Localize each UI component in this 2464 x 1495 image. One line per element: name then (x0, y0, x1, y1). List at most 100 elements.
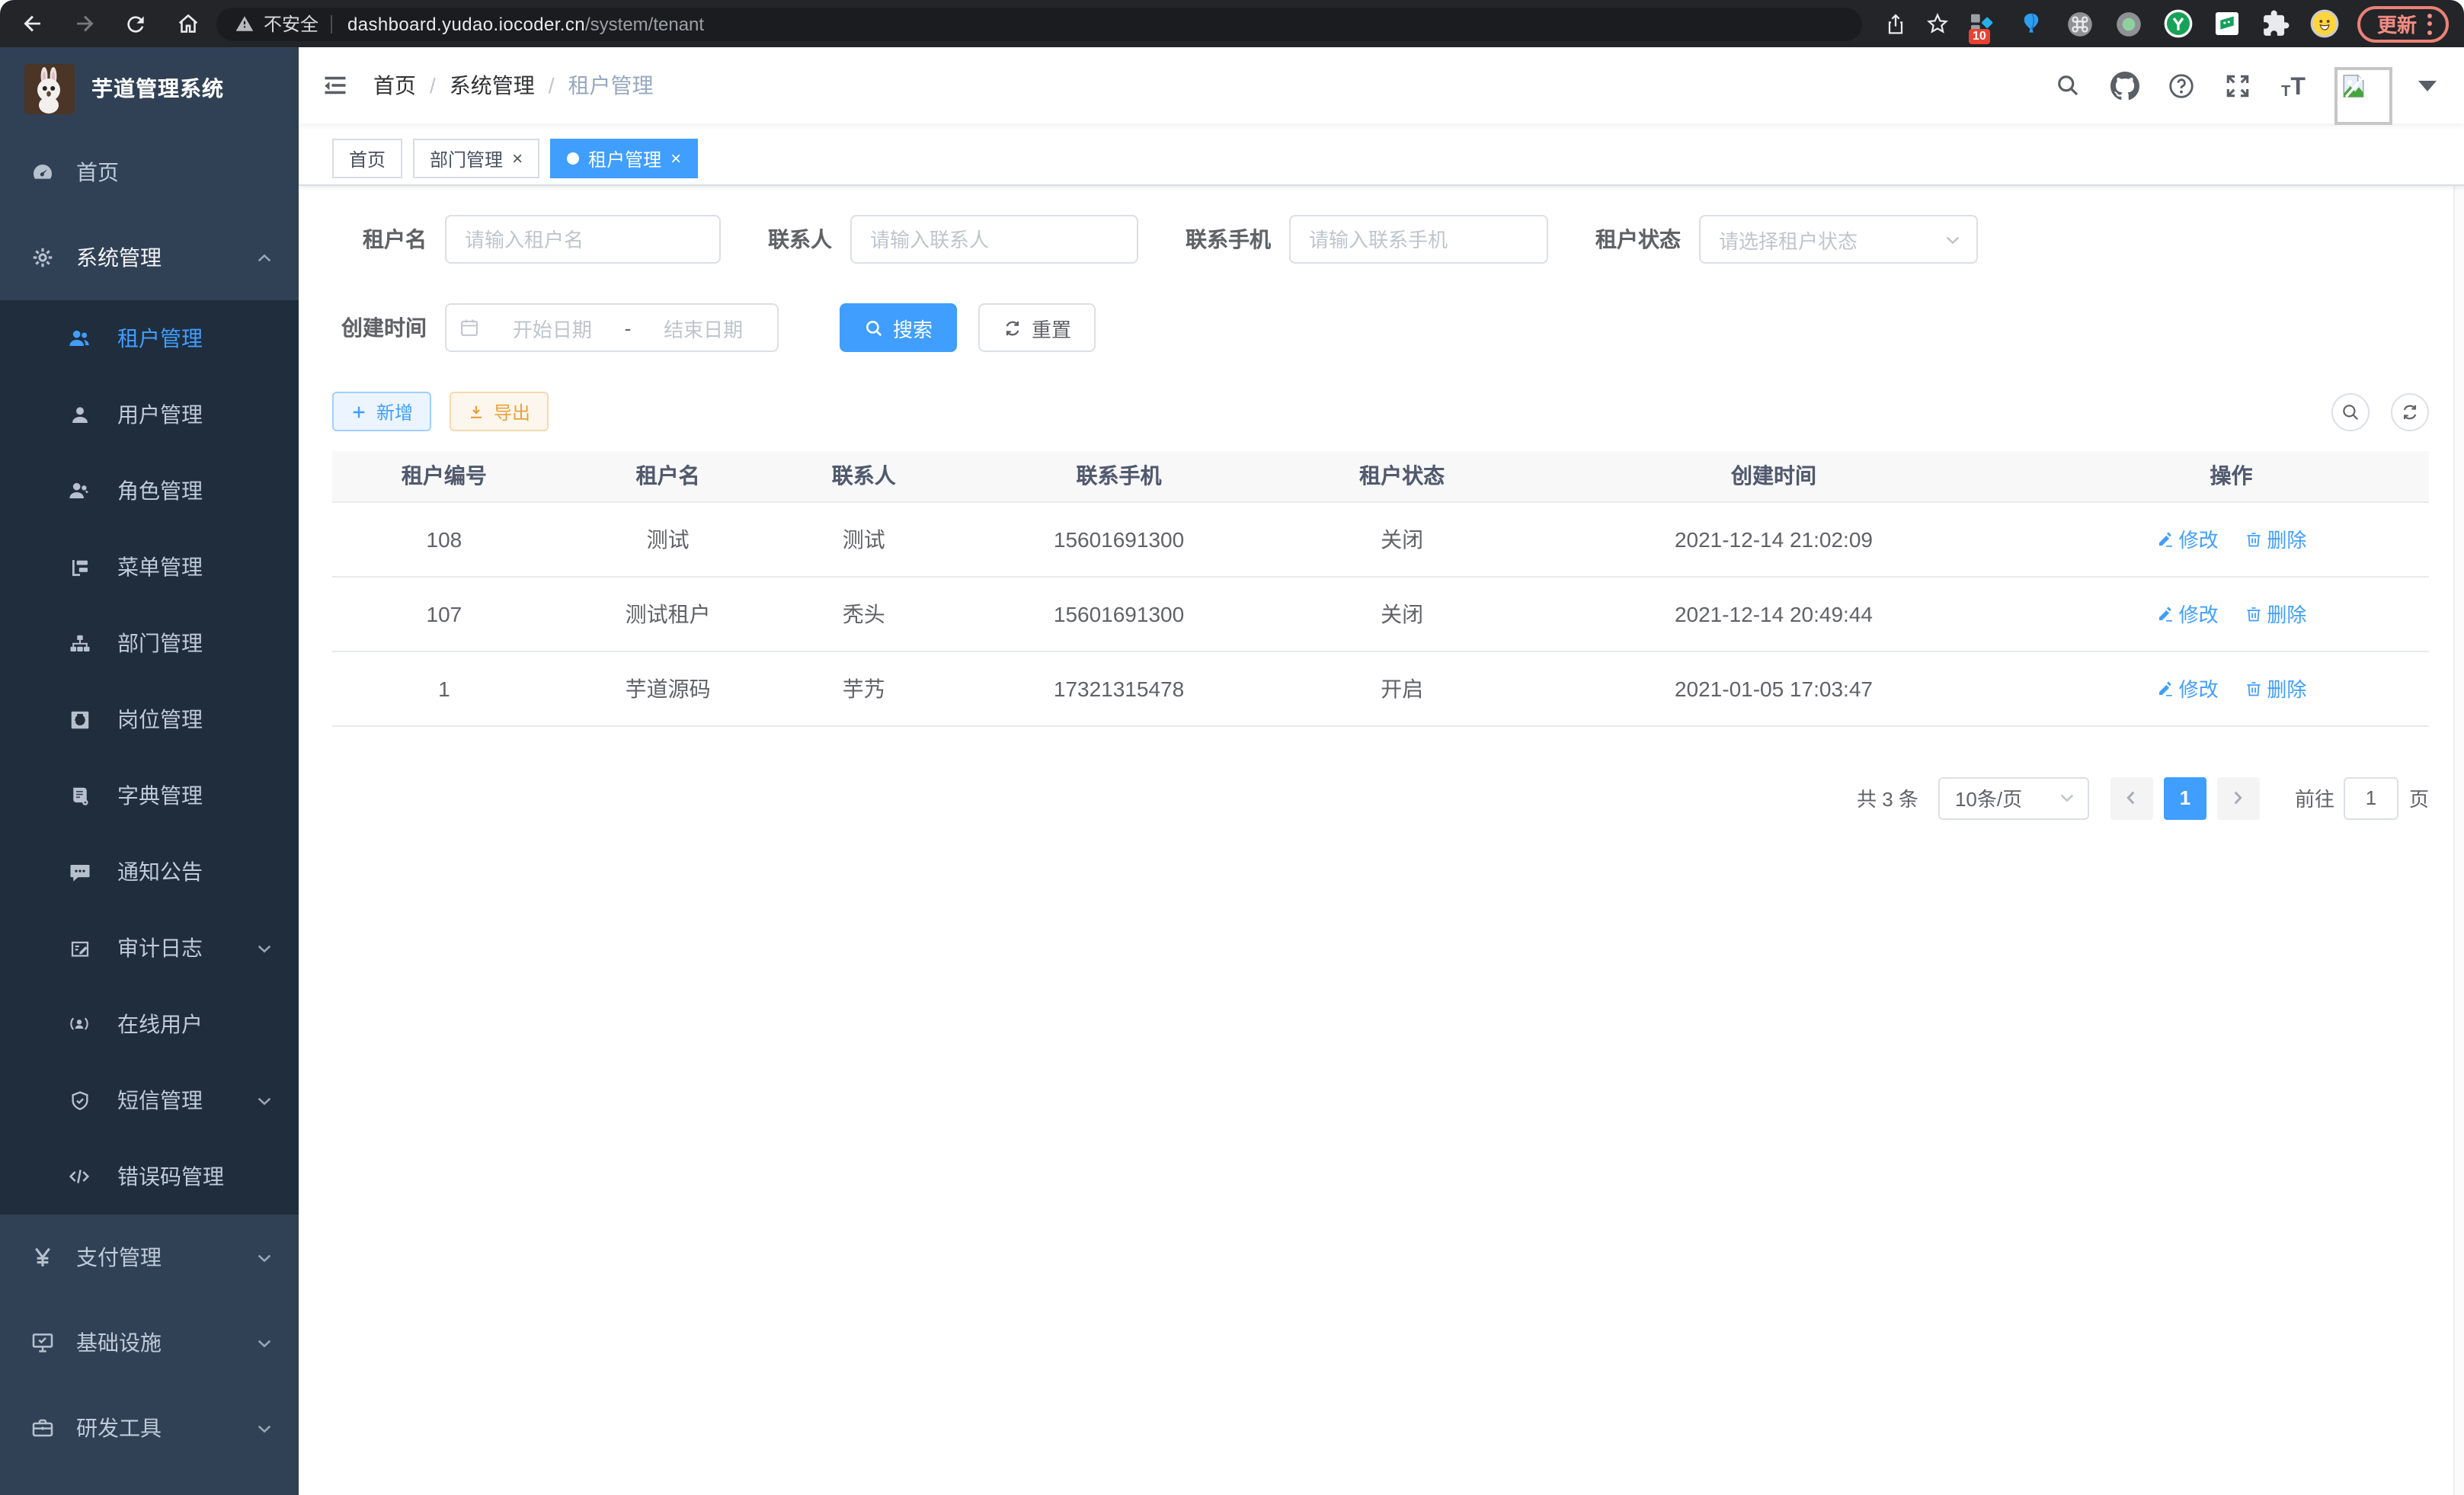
cell-contact: 秃头 (780, 576, 948, 651)
bookmark-star-icon[interactable] (1925, 11, 1950, 37)
browser-scrollbar[interactable] (2453, 47, 2464, 1495)
phone-input[interactable] (1289, 215, 1548, 264)
trash-icon (2244, 604, 2262, 623)
sidebar-item-dev-tools[interactable]: 研发工具 (0, 1385, 299, 1471)
browser-back-button[interactable] (12, 4, 52, 43)
delete-link[interactable]: 删除 (2244, 599, 2306, 628)
select-caret-icon (2059, 789, 2075, 806)
delete-link[interactable]: 删除 (2244, 674, 2306, 703)
breadcrumb-separator: / (549, 73, 555, 98)
tab-close-icon[interactable]: × (512, 149, 523, 168)
col-tenant-name: 租户名 (556, 451, 780, 501)
profile-emoji-icon[interactable] (2309, 8, 2341, 40)
roles-icon (67, 479, 91, 503)
font-size-icon[interactable]: TT (2278, 70, 2309, 101)
tenant-name-input[interactable] (445, 215, 721, 264)
share-icon[interactable] (1883, 11, 1908, 36)
edit-link[interactable]: 修改 (2156, 674, 2219, 703)
sidebar-item-system[interactable]: 系统管理 (0, 215, 299, 300)
sidebar-item-users[interactable]: 用户管理 (0, 376, 299, 453)
announcement-icon (67, 860, 91, 883)
app-logo-row[interactable]: 芋道管理系统 (0, 47, 299, 130)
prev-page-button[interactable] (2110, 776, 2153, 819)
extensions-puzzle-icon[interactable] (2260, 8, 2292, 40)
trash-icon (2244, 679, 2262, 697)
fullscreen-icon[interactable] (2222, 70, 2252, 101)
extension-command-icon[interactable] (2065, 8, 2097, 40)
sidebar-fold-icon[interactable] (322, 72, 349, 99)
sidebar-item-home[interactable]: 首页 (0, 130, 299, 215)
refresh-table-button[interactable] (2391, 392, 2429, 431)
sidebar-item-payment[interactable]: 支付管理 (0, 1215, 299, 1300)
add-button[interactable]: 新增 (332, 392, 431, 431)
page-number-1[interactable]: 1 (2164, 776, 2206, 819)
toggle-search-button[interactable] (2331, 392, 2370, 431)
sidebar-item-menus[interactable]: 菜单管理 (0, 529, 299, 605)
sidebar-item-posts[interactable]: 岗位管理 (0, 681, 299, 757)
delete-link[interactable]: 删除 (2244, 524, 2306, 553)
browser-toolbar: 不安全 dashboard.yudao.iocoder.cn/system/te… (0, 0, 2464, 47)
end-date-placeholder[interactable]: 结束日期 (642, 313, 765, 342)
sidebar-item-label: 菜单管理 (117, 552, 203, 582)
cell-tenant-name: 测试租户 (556, 576, 780, 651)
avatar[interactable] (2334, 67, 2392, 125)
extension-adblock-icon[interactable]: 10 (1967, 8, 1999, 40)
status-select[interactable]: 请选择租户状态 (1699, 215, 1978, 264)
edit-link[interactable]: 修改 (2156, 599, 2219, 628)
col-actions: 操作 (2034, 451, 2429, 501)
search-button[interactable]: 搜索 (840, 303, 957, 352)
contact-input[interactable] (850, 215, 1138, 264)
tab-home[interactable]: 首页 (332, 139, 402, 178)
extension-balloon-icon[interactable] (2016, 8, 2048, 40)
chevron-down-icon (256, 1334, 273, 1351)
tab-departments[interactable]: 部门管理 × (413, 139, 539, 178)
sidebar-item-label: 短信管理 (117, 1085, 203, 1116)
help-icon[interactable] (2165, 70, 2196, 101)
github-icon[interactable] (2109, 70, 2139, 101)
browser-home-button[interactable] (168, 4, 207, 43)
create-time-range-picker[interactable]: 开始日期 - 结束日期 (445, 303, 779, 352)
address-bar[interactable]: 不安全 dashboard.yudao.iocoder.cn/system/te… (216, 7, 1862, 40)
sidebar-item-tenant[interactable]: 租户管理 (0, 300, 299, 376)
extension-chat-icon[interactable] (2211, 8, 2243, 40)
extension-badge: 10 (1969, 29, 1990, 44)
url-host[interactable]: dashboard.yudao.iocoder.cn (347, 13, 585, 34)
start-date-placeholder[interactable]: 开始日期 (491, 313, 614, 342)
breadcrumb-home[interactable]: 首页 (373, 70, 416, 101)
sidebar-item-online-users[interactable]: 在线用户 (0, 986, 299, 1062)
reset-button[interactable]: 重置 (978, 303, 1096, 352)
cell-phone: 15601691300 (948, 501, 1290, 576)
tab-label: 租户管理 (588, 146, 661, 171)
browser-update-button[interactable]: 更新 (2357, 5, 2449, 42)
goto-page-input[interactable] (2344, 776, 2398, 819)
breadcrumb-system[interactable]: 系统管理 (450, 70, 535, 101)
trash-icon (2244, 530, 2262, 548)
avatar-caret-icon[interactable] (2418, 80, 2437, 91)
browser-forward-button[interactable] (64, 4, 104, 43)
sidebar-item-announcements[interactable]: 通知公告 (0, 834, 299, 910)
edit-link[interactable]: 修改 (2156, 524, 2219, 553)
security-label[interactable]: 不安全 (264, 11, 318, 37)
sidebar-item-dictionary[interactable]: 字典管理 (0, 757, 299, 834)
page-size-select[interactable]: 10条/页 (1938, 776, 2089, 819)
sidebar-item-roles[interactable]: 角色管理 (0, 453, 299, 529)
export-button[interactable]: 导出 (450, 392, 549, 431)
header-search-icon[interactable] (2053, 70, 2083, 101)
dev-tools-icon (30, 1416, 55, 1440)
browser-reload-button[interactable] (116, 4, 155, 43)
sidebar-item-infrastructure[interactable]: 基础设施 (0, 1300, 299, 1385)
sidebar-item-sms[interactable]: 短信管理 (0, 1062, 299, 1138)
sidebar-item-departments[interactable]: 部门管理 (0, 605, 299, 681)
tab-label: 首页 (349, 146, 386, 171)
status-select-placeholder: 请选择租户状态 (1719, 225, 1944, 254)
tab-tenant[interactable]: 租户管理 × (550, 139, 698, 178)
sidebar-item-error-codes[interactable]: 错误码管理 (0, 1138, 299, 1215)
menu-tree-icon (67, 555, 91, 578)
next-page-button[interactable] (2217, 776, 2260, 819)
extension-y-icon[interactable] (2162, 8, 2194, 40)
sidebar-item-audit-log[interactable]: 审计日志 (0, 910, 299, 986)
extension-green-dot-icon[interactable] (2114, 8, 2146, 40)
browser-menu-kebab-icon[interactable] (2427, 13, 2432, 34)
tab-close-icon[interactable]: × (670, 149, 681, 168)
col-status: 租户状态 (1290, 451, 1514, 501)
